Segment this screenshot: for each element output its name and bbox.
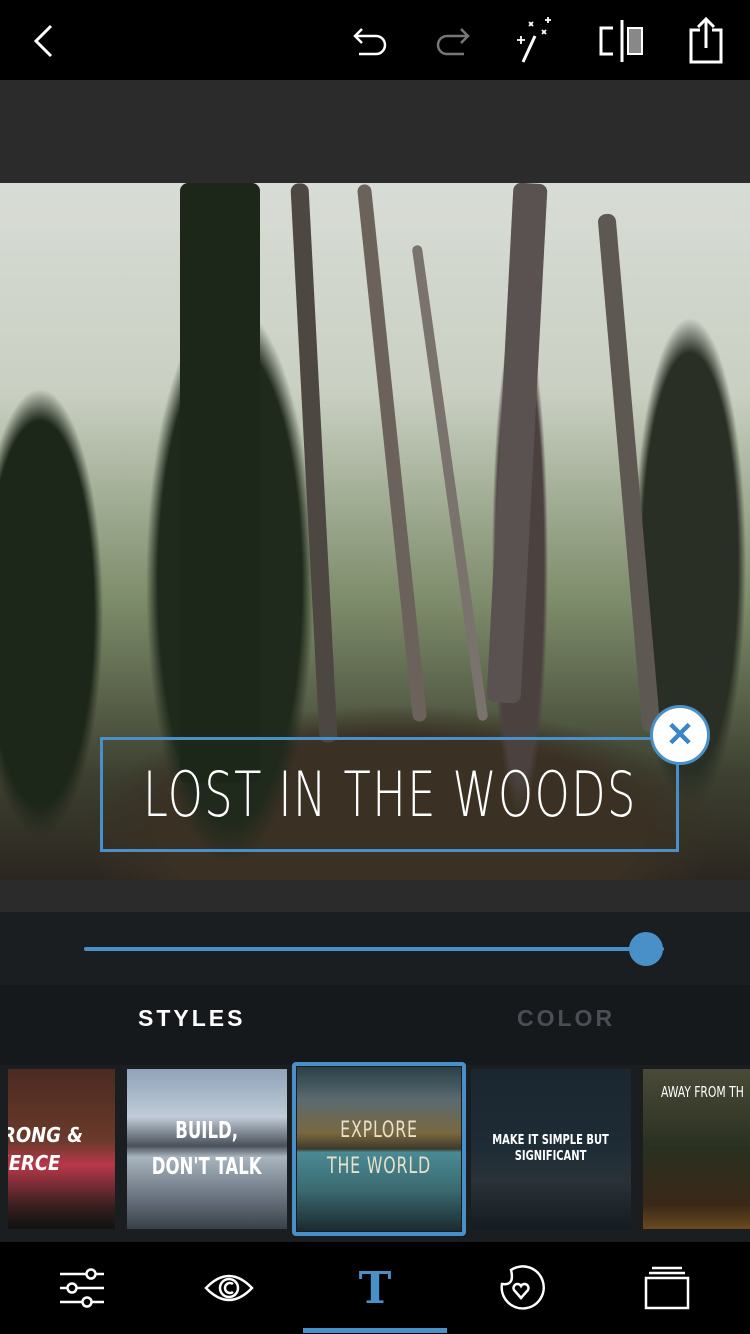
style-text: BUILD, <box>175 1118 239 1144</box>
style-text: DON'T TALK <box>152 1154 262 1180</box>
canvas-background-bottom <box>0 880 750 912</box>
remove-text-button[interactable]: ✕ <box>650 705 710 765</box>
compare-icon <box>599 20 643 62</box>
adjust-sliders-icon <box>60 1268 104 1308</box>
tab-bar <box>0 985 750 1065</box>
style-text: AWAY FROM TH <box>661 1083 744 1101</box>
close-icon: ✕ <box>665 716 695 754</box>
redo-icon <box>436 28 470 56</box>
magic-wand-icon <box>517 17 551 63</box>
back-icon <box>33 24 53 58</box>
undo-icon <box>353 28 387 56</box>
share-icon <box>689 16 723 64</box>
style-thumb[interactable]: BUILD, DON'T TALK <box>127 1069 287 1229</box>
selected-style-border <box>292 1062 466 1236</box>
share-button[interactable] <box>681 14 731 68</box>
nav-eye[interactable] <box>194 1258 264 1318</box>
top-toolbar <box>0 0 750 80</box>
opacity-slider-track[interactable] <box>84 947 664 951</box>
redo-button[interactable] <box>428 14 478 68</box>
text-overlay-box[interactable]: Lost in the woods <box>100 737 679 852</box>
tab-color[interactable]: COLOR <box>517 1005 615 1032</box>
style-thumb[interactable]: MAKE IT SIMPLE BUT SIGNIFICANT <box>471 1069 631 1229</box>
eye-icon <box>204 1274 254 1302</box>
nav-sticker[interactable] <box>486 1258 556 1318</box>
style-text: RONG & <box>8 1123 83 1147</box>
style-thumb[interactable]: AWAY FROM TH <box>643 1069 750 1229</box>
nav-layers[interactable] <box>632 1258 702 1318</box>
active-tab-indicator <box>303 1328 447 1333</box>
canvas-background <box>0 80 750 183</box>
compare-button[interactable] <box>597 14 647 68</box>
undo-button[interactable] <box>345 14 395 68</box>
opacity-slider-thumb[interactable] <box>629 932 663 966</box>
magic-wand-button[interactable] <box>512 14 562 68</box>
layers-icon <box>644 1266 690 1310</box>
nav-adjust[interactable] <box>48 1258 118 1318</box>
text-icon: T <box>358 1262 392 1314</box>
nav-text[interactable]: T <box>340 1258 410 1318</box>
back-button[interactable] <box>18 14 68 68</box>
style-text: IERCE <box>8 1151 61 1175</box>
style-text: SIGNIFICANT <box>515 1149 587 1164</box>
style-thumb[interactable]: RONG & IERCE <box>8 1069 115 1229</box>
style-text: MAKE IT SIMPLE BUT <box>492 1133 610 1148</box>
tab-styles[interactable]: STYLES <box>138 1005 245 1032</box>
sticker-icon <box>500 1265 545 1310</box>
overlay-text[interactable]: Lost in the woods <box>143 758 637 831</box>
